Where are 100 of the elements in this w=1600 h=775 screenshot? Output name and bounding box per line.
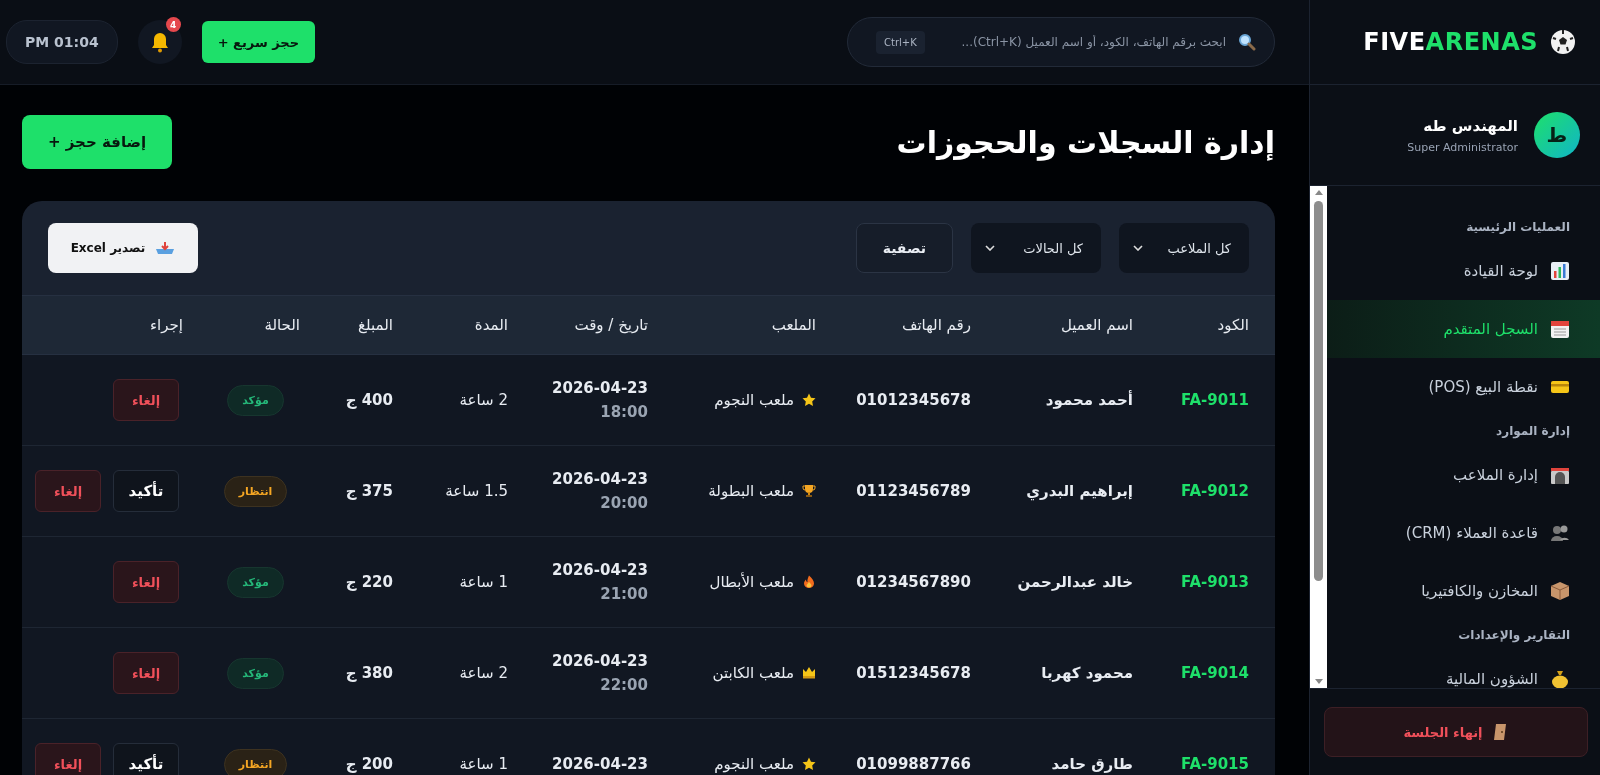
trophy-icon	[802, 484, 816, 498]
column-header: الملعب	[770, 316, 816, 334]
stadium-name: ملعب النجوم	[714, 755, 794, 773]
column-header: الحالة	[263, 316, 300, 334]
amount-text: 400 ج	[344, 391, 393, 409]
status-badge: انتظار	[223, 475, 288, 507]
filter-button[interactable]: تصفية	[855, 223, 953, 273]
phone-number: 01012345678	[855, 391, 971, 409]
door-icon	[1492, 723, 1509, 741]
chevron-down-icon	[985, 245, 995, 251]
cancel-button[interactable]: إلغاء	[113, 561, 179, 603]
nav-item[interactable]: قاعدة العملاء (CRM)	[1327, 504, 1600, 562]
customer-name: أحمد محمود	[1044, 391, 1133, 409]
export-button[interactable]: تصدير Excel	[48, 223, 198, 273]
customer-name: إبراهيم البدري	[1025, 482, 1133, 500]
nav-item[interactable]: الشؤون المالية	[1327, 650, 1600, 688]
amount-text: 375 ج	[344, 482, 393, 500]
money-bag-icon	[1550, 669, 1570, 688]
amount-text: 220 ج	[344, 573, 393, 591]
customer-name: طارق حامد	[1050, 755, 1133, 773]
add-booking-button[interactable]: إضافة حجز +	[22, 115, 173, 169]
stadium-name: ملعب الكابتن	[712, 664, 794, 682]
phone-number: 01099887766	[855, 755, 971, 773]
box-icon	[1550, 581, 1570, 601]
cancel-button[interactable]: إلغاء	[35, 743, 101, 775]
column-header: المدة	[473, 316, 508, 334]
chevron-down-icon	[1133, 245, 1143, 251]
section-heading: إدارة الموارد	[1495, 423, 1571, 441]
stadium-icon	[1550, 465, 1570, 485]
status-badge: انتظار	[223, 748, 288, 775]
nav-item[interactable]: المخازن والكافتيريا	[1327, 562, 1600, 620]
duration-text: 1.5 ساعة	[444, 482, 508, 500]
phone-number: 01234567890	[855, 573, 971, 591]
duration-text: 2 ساعة	[458, 391, 508, 409]
duration-text: 1 ساعة	[458, 755, 508, 773]
clock-text: PM 01:04	[6, 20, 118, 64]
stadium-name: ملعب البطولة	[708, 482, 794, 500]
cancel-button[interactable]: إلغاء	[113, 652, 179, 694]
duration-text: 1 ساعة	[458, 573, 508, 591]
column-header: اسم العميل	[1059, 316, 1133, 334]
page-title: إدارة السجلات والحجوزات	[896, 124, 1275, 160]
stadium-name: ملعب النجوم	[714, 391, 794, 409]
crown-icon	[802, 666, 816, 680]
booking-date: 2026-04-23	[552, 755, 648, 773]
booking-code: FA-9012	[1179, 482, 1249, 500]
duration-text: 2 ساعة	[458, 664, 508, 682]
notification-badge: 4	[165, 17, 181, 32]
customer-name: خالد عبدالرحمن	[1016, 573, 1133, 591]
booking-time: 21:00	[600, 585, 648, 603]
quick-booking-button[interactable]: حجز سريع +	[201, 21, 316, 63]
section-heading: التقارير والإعدادات	[1457, 627, 1571, 645]
flame-icon	[802, 575, 816, 589]
select-field[interactable]: كل الحالات	[971, 223, 1101, 273]
tray-icon	[155, 241, 176, 255]
bar-chart-icon	[1550, 261, 1570, 281]
nav-item[interactable]: إدارة الملاعب	[1327, 446, 1600, 504]
booking-time: 20:00	[600, 494, 648, 512]
booking-date: 2026-04-23	[552, 470, 648, 488]
nav-item[interactable]: لوحة القيادة	[1327, 242, 1600, 300]
booking-date: 2026-04-23	[552, 379, 648, 397]
cancel-button[interactable]: إلغاء	[35, 470, 101, 512]
column-header: إجراء	[149, 316, 183, 334]
amount-text: 200 ج	[344, 755, 393, 773]
soccer-ball-icon	[1550, 29, 1576, 55]
shortcut-hint: Ctrl+K	[876, 30, 925, 54]
bell-icon	[149, 31, 170, 53]
logout-button[interactable]: إنهاء الجلسة	[1324, 707, 1588, 757]
column-header: تاريخ / وقت	[573, 316, 648, 334]
status-badge: مؤكد	[227, 566, 284, 598]
star-icon	[802, 393, 816, 407]
stadium-name: ملعب الأبطال	[709, 573, 794, 591]
people-icon	[1550, 523, 1570, 543]
cancel-button[interactable]: إلغاء	[113, 379, 179, 421]
booking-time: 18:00	[600, 403, 648, 421]
search-icon	[1238, 33, 1256, 51]
booking-code: FA-9013	[1179, 573, 1249, 591]
confirm-button[interactable]: تأكيد	[113, 743, 179, 775]
logo-text: FIVEARENAS	[1363, 28, 1538, 56]
phone-number: 01123456789	[855, 482, 971, 500]
notifications-button[interactable]: 4	[137, 20, 182, 64]
column-header: الكود	[1216, 316, 1249, 334]
phone-number: 01512345678	[855, 664, 971, 682]
booking-code: FA-9015	[1179, 755, 1249, 773]
avatar: ط	[1534, 112, 1580, 158]
select-field[interactable]: كل الملاعب	[1119, 223, 1249, 273]
booking-date: 2026-04-23	[552, 561, 648, 579]
user-role: Super Administrator	[1407, 140, 1518, 154]
section-heading: العمليات الرئيسية	[1465, 219, 1571, 236]
user-name: المهندس طه	[1423, 116, 1518, 135]
scrollbar[interactable]	[1310, 186, 1327, 688]
status-badge: مؤكد	[227, 384, 284, 416]
nav-item[interactable]: السجل المتقدم	[1327, 300, 1600, 358]
nav-item[interactable]: نقطة البيع (POS)	[1327, 358, 1600, 416]
booking-code: FA-9014	[1179, 664, 1249, 682]
status-badge: مؤكد	[227, 657, 284, 689]
confirm-button[interactable]: تأكيد	[113, 470, 179, 512]
booking-date: 2026-04-23	[552, 652, 648, 670]
booking-code: FA-9011	[1179, 391, 1249, 409]
column-header: المبلغ	[357, 316, 393, 334]
column-header: رقم الهاتف	[900, 316, 971, 334]
